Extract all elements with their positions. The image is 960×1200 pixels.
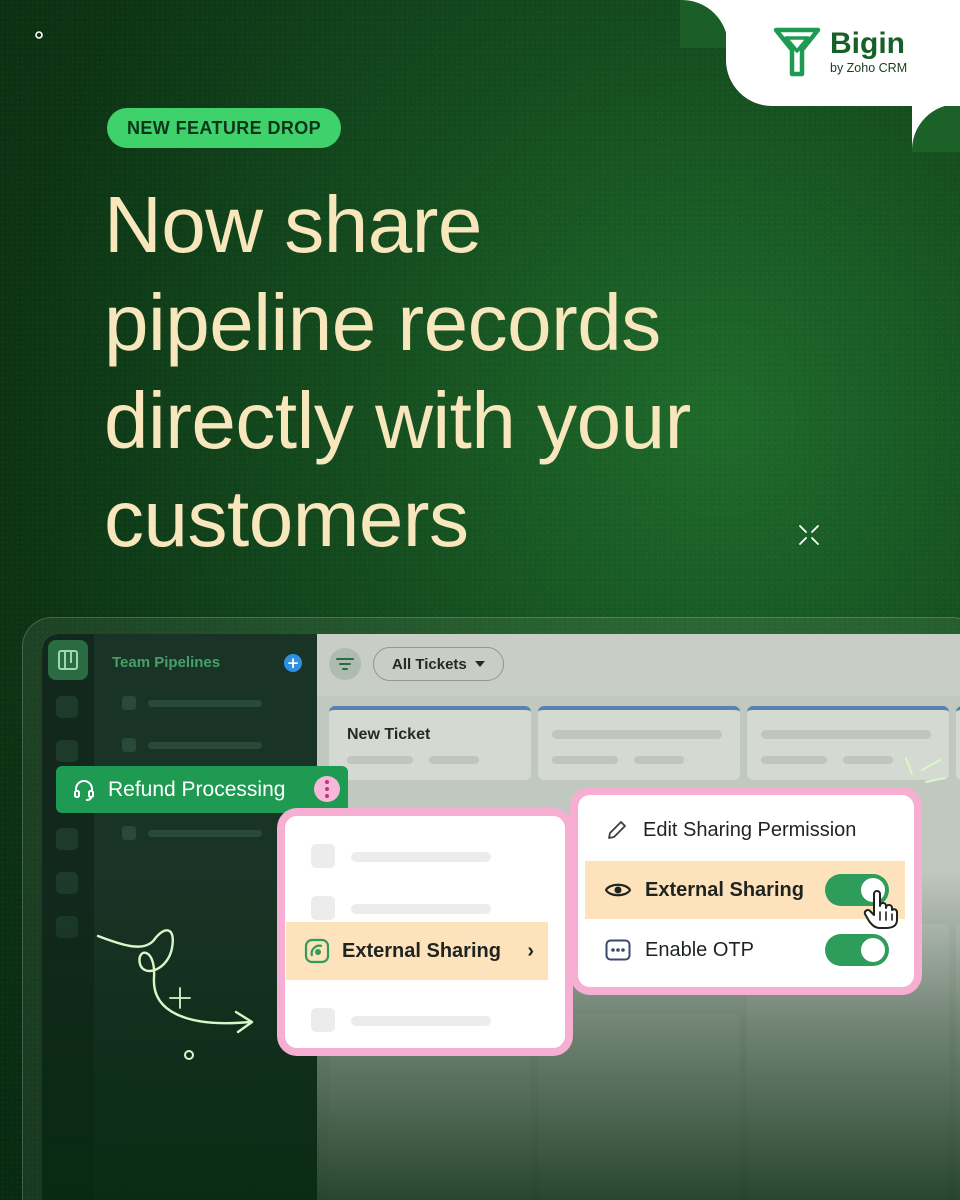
headline-line: Now share [104,180,482,269]
otp-icon [605,939,631,961]
board-column-header[interactable] [538,706,740,780]
headset-icon [74,779,94,801]
more-options-icon[interactable] [314,776,340,802]
menu-item-edit-sharing-permission[interactable]: Edit Sharing Permission [585,801,905,859]
pencil-icon [608,821,626,839]
app-rail [42,634,94,1200]
brand-tagline: by Zoho CRM [830,60,908,75]
menu-item-label: Enable OTP [645,938,754,961]
filter-icon[interactable] [329,648,361,680]
share-signal-icon [304,938,330,964]
chevron-right-icon: › [527,940,534,962]
brand-logo[interactable]: Bigin by Zoho CRM [772,24,907,80]
feature-badge: NEW FEATURE DROP [107,108,342,148]
click-burst-icon [905,757,945,783]
record-pill[interactable]: Refund Processing [56,766,348,813]
bigin-logo-icon [773,27,821,77]
menu-item-label: External Sharing [645,878,804,901]
board-column-header[interactable]: New Ticket [329,706,531,780]
headline-line: customers [104,474,469,563]
brand-name: Bigin [830,26,905,60]
ghost-card [329,1054,531,1200]
headline: Now share pipeline records directly with… [104,176,884,568]
menu-item-label: Edit Sharing Permission [643,818,857,841]
rail-item[interactable] [56,696,78,718]
pipelines-icon[interactable] [48,640,88,680]
headline-line: directly with your [104,376,691,465]
headline-line: pipeline records [104,278,661,367]
view-select[interactable]: All Tickets [373,647,504,681]
ghost-card [956,924,960,1200]
rail-item[interactable] [56,740,78,762]
rail-item[interactable] [56,828,78,850]
hand-cursor-icon [863,890,898,929]
view-select-label: All Tickets [392,655,467,673]
eye-icon [605,883,631,897]
menu-item-external-sharing[interactable]: External Sharing › [286,922,548,980]
toolbar: All Tickets [317,634,960,696]
small-circle-icon [35,31,43,39]
caret-down-icon [474,661,485,667]
column-title: New Ticket [347,726,431,743]
plus-icon[interactable]: + [284,654,302,672]
menu-item-external-sharing-toggle[interactable]: External Sharing [585,861,905,919]
menu-item-enable-otp[interactable]: Enable OTP [585,921,905,979]
record-pill-label: Refund Processing [108,777,286,801]
panel-title: Team Pipelines [112,654,221,671]
doodle-arrow-icon [96,929,254,1060]
rail-item[interactable] [56,916,78,938]
board-column-header[interactable] [956,706,960,780]
enable-otp-toggle[interactable] [825,934,889,966]
rail-item[interactable] [56,872,78,894]
brand-card: Bigin by Zoho CRM [726,0,960,106]
context-menu: External Sharing › [277,808,573,1056]
menu-item-label: External Sharing [342,939,501,962]
